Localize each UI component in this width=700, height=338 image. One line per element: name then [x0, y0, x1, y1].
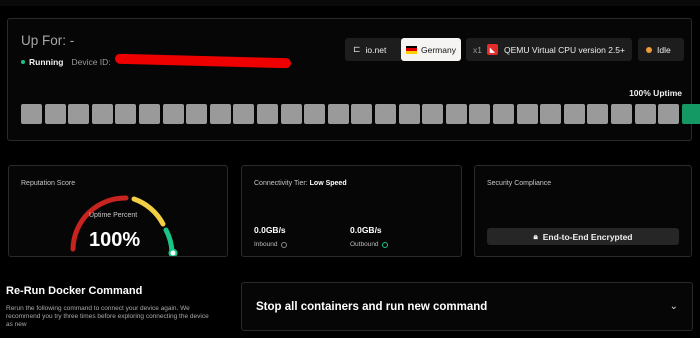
outbound-stat: 0.0GB/s Outbound	[350, 225, 388, 248]
cpu-multiplier: x1	[473, 44, 482, 55]
uptime-bar	[233, 104, 255, 124]
uptime-bar	[280, 104, 302, 124]
status-row: Running Device ID:	[21, 57, 111, 67]
rerun-description: Rerun the following command to connect y…	[6, 305, 209, 328]
uptime-bar	[563, 104, 585, 124]
uptime-bar	[445, 104, 467, 124]
uptime-bar	[209, 104, 231, 124]
uptime-bar	[139, 104, 160, 124]
uptime-bar	[540, 104, 562, 124]
germany-flag-icon	[406, 45, 417, 54]
command-select-dropdown[interactable]: Stop all containers and run new command …	[241, 282, 693, 331]
uptime-bar	[634, 104, 656, 124]
outbound-label: Outbound	[350, 241, 379, 248]
ionet-logo-icon: ⊏	[353, 44, 361, 54]
idle-status-chip[interactable]: Idle	[638, 38, 684, 61]
amd-logo-icon: ◣	[486, 44, 498, 55]
gauge-arc-yellow	[131, 196, 166, 227]
outbound-arrow-icon	[381, 241, 388, 248]
uptime-bar	[327, 104, 349, 124]
network-chip[interactable]: ⊏ io.net	[345, 38, 402, 61]
uptime-bar	[422, 104, 444, 124]
uptime-bar	[115, 104, 137, 124]
inbound-label: Inbound	[254, 241, 278, 248]
connectivity-card: Connectivity Tier: Low Speed 0.0GB/s Inb…	[241, 165, 462, 257]
uptime-bar	[68, 104, 90, 124]
chevron-down-icon: ⌄	[669, 301, 678, 312]
connectivity-tier-label: Connectivity Tier:	[254, 180, 308, 187]
uptime-bar	[587, 104, 609, 124]
uptime-bar	[493, 104, 514, 124]
command-select-value: Stop all containers and run new command	[256, 300, 488, 313]
country-chip[interactable]: Germany	[401, 38, 461, 61]
uptime-bar	[375, 104, 396, 124]
uptime-bar	[257, 104, 278, 124]
connectivity-tier-value: Low Speed	[309, 180, 347, 187]
device-id-label: Device ID:	[71, 57, 111, 67]
idle-status-label: Idle	[657, 44, 671, 55]
inbound-value: 0.0GB/s	[254, 225, 286, 235]
cpu-chip-label: QEMU Virtual CPU version 2.5+	[503, 44, 625, 55]
uptime-bar	[44, 104, 66, 124]
uptime-bar	[681, 104, 700, 124]
security-compliance-card: Security Compliance 🔒︎ End-to-End Encryp…	[474, 165, 692, 257]
connectivity-title: Connectivity Tier: Low Speed	[254, 180, 347, 187]
gauge-indicator-knob	[168, 248, 178, 256]
uptime-bar	[91, 104, 113, 124]
running-status-label: Running	[29, 57, 64, 67]
uptime-bar	[304, 104, 326, 124]
uptime-bar	[351, 104, 373, 124]
idle-status-icon	[646, 46, 652, 53]
gauge-caption: Uptime Percent	[89, 212, 138, 219]
uptime-bar	[469, 104, 491, 124]
outbound-label-row: Outbound	[350, 241, 388, 248]
inbound-arrow-icon	[280, 241, 287, 248]
top-strip	[0, 0, 700, 6]
network-chip-label: io.net	[365, 44, 387, 55]
uptime-bar	[21, 104, 42, 124]
reputation-score-card: Reputation Score Uptime Percent 100%	[8, 165, 228, 257]
device-id-redaction	[115, 53, 291, 69]
uptime-label: 100% Uptime	[629, 88, 682, 98]
uptime-bar	[658, 104, 680, 124]
uptime-bar	[611, 104, 632, 124]
cpu-chip[interactable]: x1 ◣ QEMU Virtual CPU version 2.5+	[466, 38, 632, 61]
country-chip-label: Germany	[421, 44, 456, 55]
gauge-arc-green	[163, 227, 175, 255]
outbound-value: 0.0GB/s	[350, 225, 382, 235]
uptime-bar	[186, 104, 208, 124]
inbound-stat: 0.0GB/s Inbound	[254, 225, 287, 248]
encryption-badge-label: End-to-End Encrypted	[542, 231, 633, 242]
lock-icon: 🔒︎	[533, 231, 538, 241]
rerun-title: Re-Run Docker Command	[6, 285, 143, 297]
uptime-bar	[162, 104, 184, 124]
gauge-value: 100%	[89, 229, 141, 251]
security-compliance-title: Security Compliance	[487, 180, 552, 187]
device-status-card: Up For: - Running Device ID: ⊏ io.net Ge…	[7, 18, 700, 141]
uptime-bar	[398, 104, 420, 124]
uptime-bar-strip	[21, 104, 700, 124]
up-for-text: Up For: -	[21, 33, 75, 48]
uptime-bar	[516, 104, 538, 124]
running-status-icon	[21, 60, 25, 64]
encryption-badge: 🔒︎ End-to-End Encrypted	[487, 228, 679, 245]
inbound-label-row: Inbound	[254, 241, 287, 248]
